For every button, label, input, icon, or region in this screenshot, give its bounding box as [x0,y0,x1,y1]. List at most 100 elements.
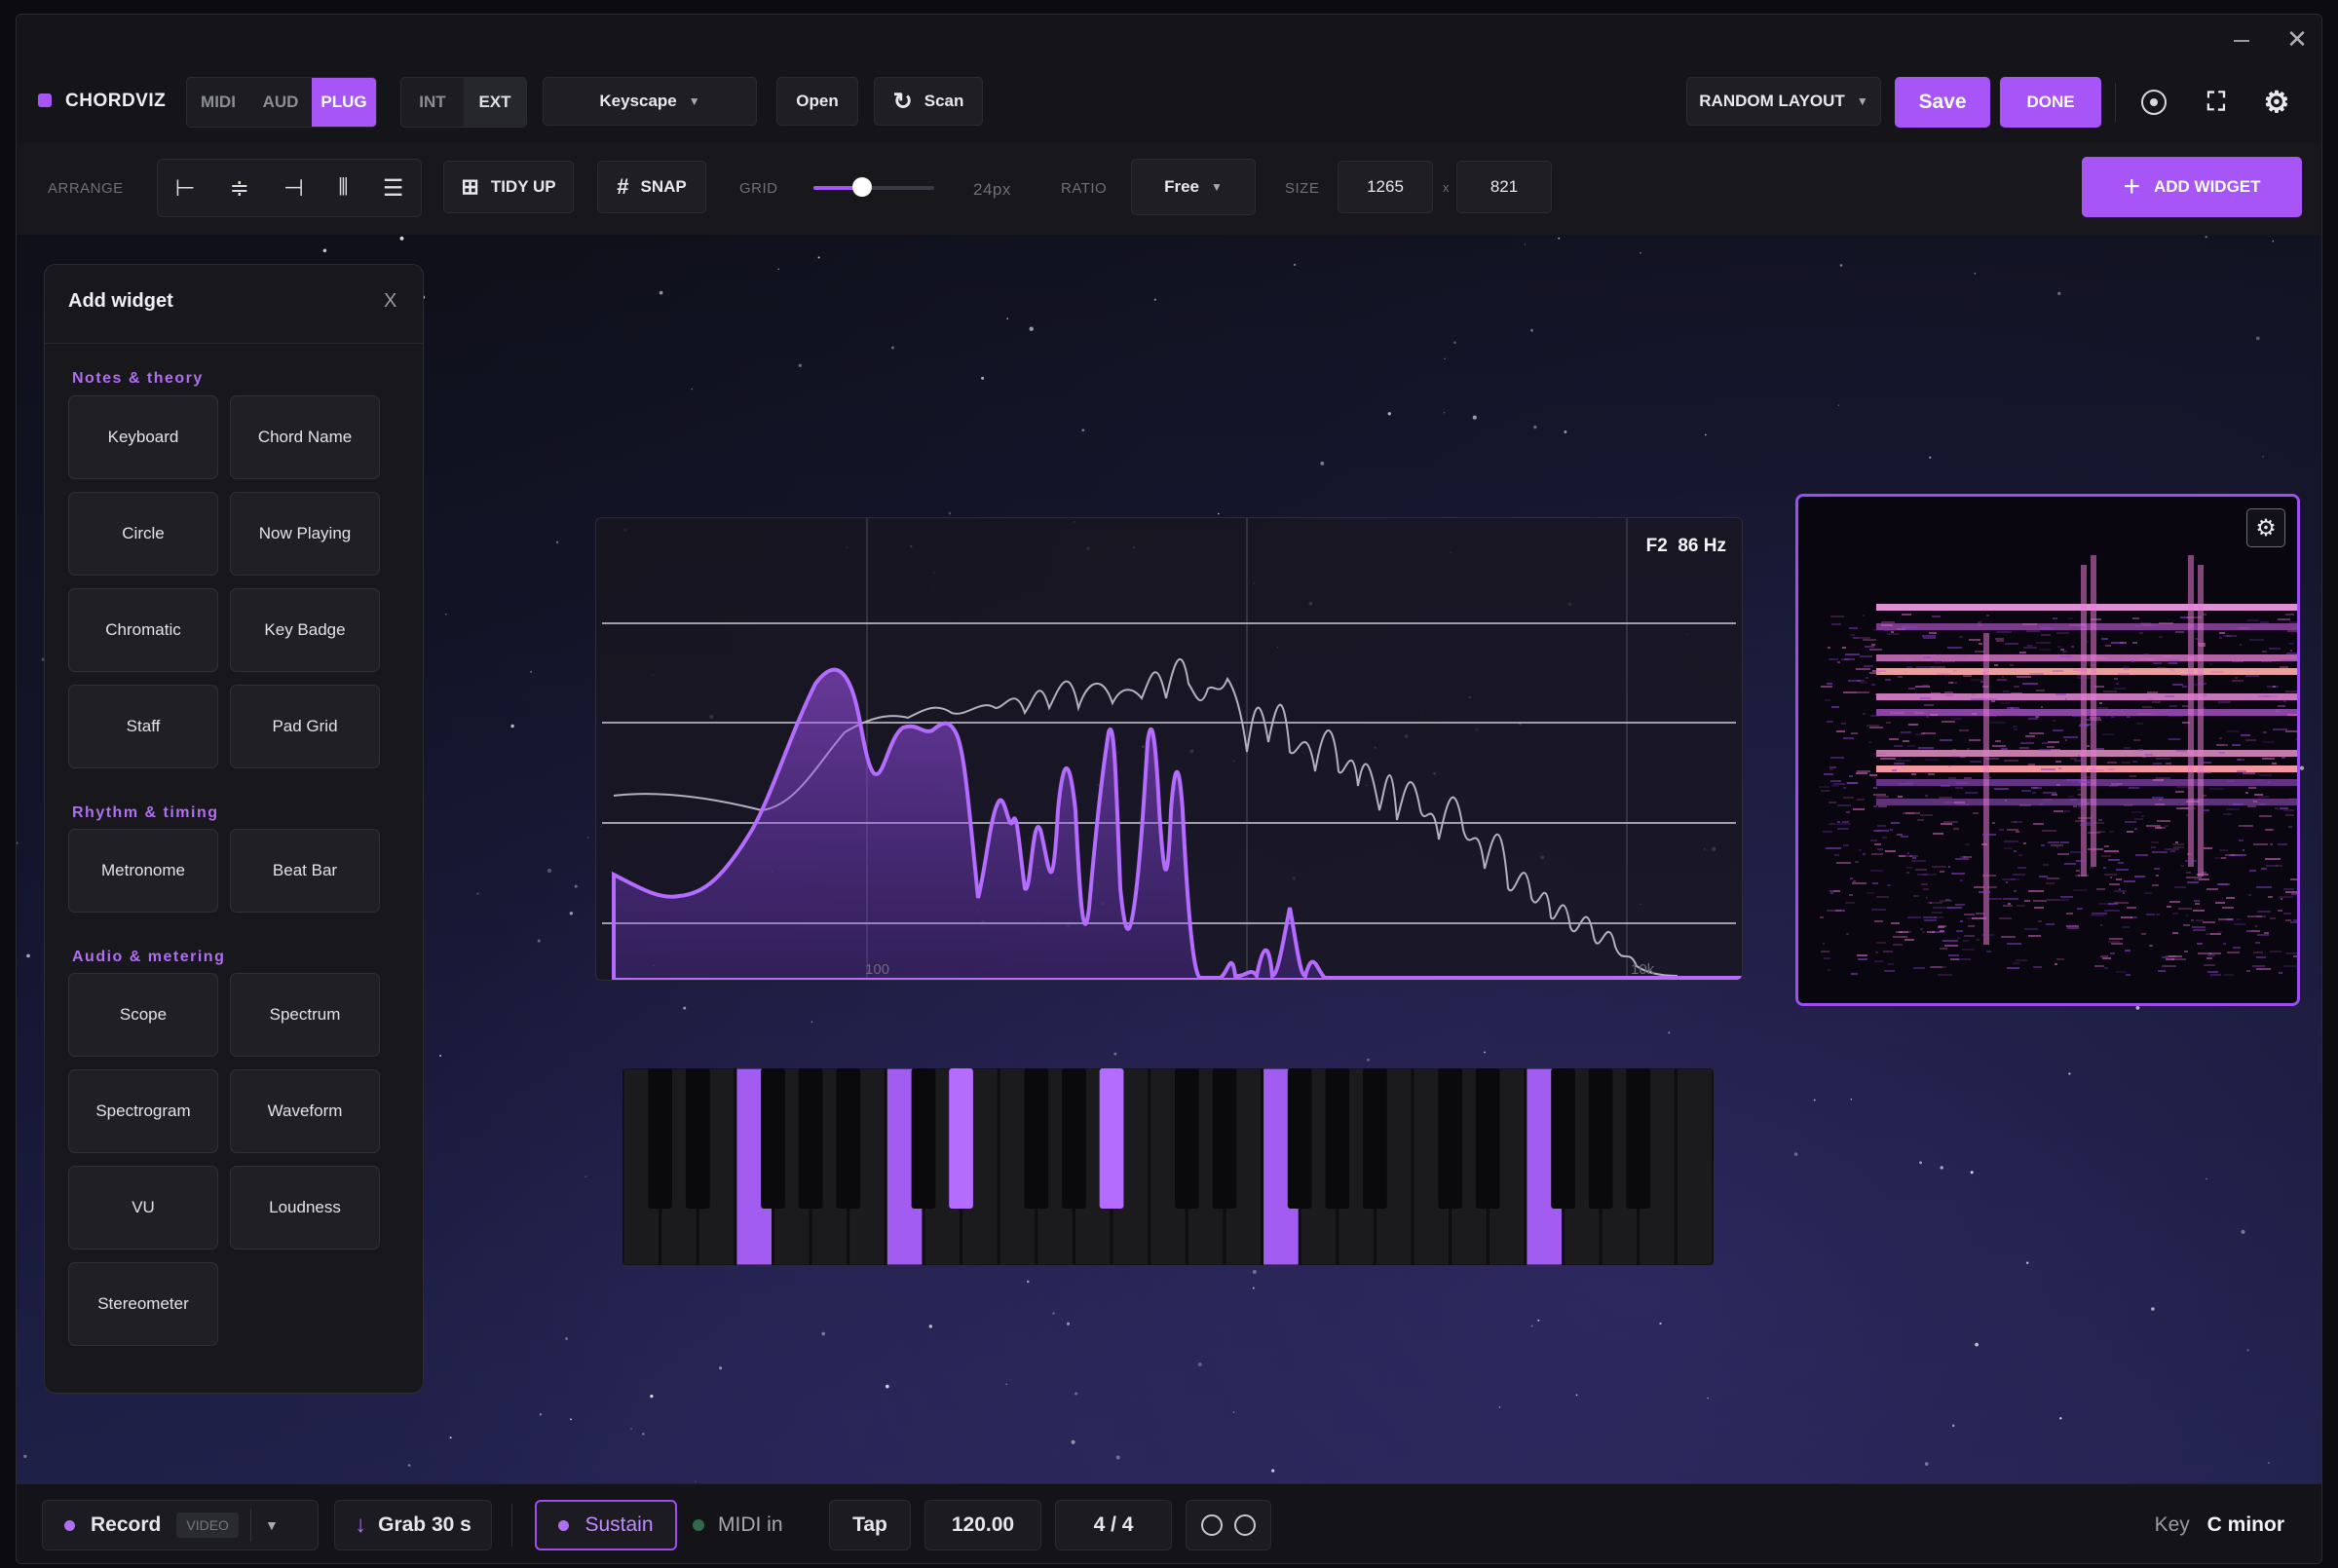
widget-chord-name[interactable]: Chord Name [230,395,380,479]
spectrogram-texture [1913,895,1919,897]
tidy-up-button[interactable]: ⊞ TIDY UP [443,161,574,213]
spectrogram-texture [2283,809,2294,811]
size-width-input[interactable]: 1265 [1338,161,1433,213]
tempo-input[interactable]: 120.00 [924,1500,1041,1550]
widget-beat-bar[interactable]: Beat Bar [230,829,380,913]
widget-pad-grid[interactable]: Pad Grid [230,685,380,768]
widget-vu[interactable]: VU [68,1166,218,1250]
piano-black-key[interactable] [761,1068,785,1209]
star [2267,1462,2270,1465]
layout-select[interactable]: RANDOM LAYOUT ▼ [1686,77,1881,126]
spectrogram-texture [2281,757,2285,759]
spectrogram-texture [2019,747,2029,749]
piano-black-key[interactable] [911,1068,936,1209]
grid-slider-knob[interactable] [851,177,872,197]
distribute-horizontal-icon[interactable]: ⦀ [338,174,349,202]
keyboard-widget[interactable] [622,1068,1714,1265]
widget-keyboard[interactable]: Keyboard [68,395,218,479]
spectrogram-texture [1942,721,1955,723]
open-button[interactable]: Open [776,77,858,126]
record-button[interactable]: Record VIDEO ▼ [42,1500,319,1550]
piano-black-key[interactable] [1175,1068,1199,1209]
piano-black-key[interactable] [1475,1068,1500,1209]
spectrogram-texture [1881,624,1893,626]
grab-button[interactable]: ↓ Grab 30 s [334,1500,492,1550]
spectrogram-widget[interactable]: ⚙ [1795,494,2300,1006]
spectrogram-texture [1906,867,1912,869]
ratio-select[interactable]: Free ▼ [1131,159,1256,215]
done-button[interactable]: DONE [2000,77,2101,128]
piano-black-key[interactable] [1588,1068,1613,1209]
piano-black-key[interactable] [1325,1068,1350,1209]
piano-black-key[interactable] [648,1068,672,1209]
spectrogram-texture [1999,829,2004,831]
plugin-select[interactable]: Keyscape ▼ [543,77,757,126]
add-widget-button[interactable]: + ADD WIDGET [2082,157,2302,217]
save-button[interactable]: Save [1895,77,1990,128]
scan-button[interactable]: ↻ Scan [874,77,983,126]
widget-staff[interactable]: Staff [68,685,218,768]
piano-black-key[interactable] [1287,1068,1312,1209]
piano-black-key[interactable] [836,1068,861,1209]
tap-tempo-button[interactable]: Tap [829,1500,911,1550]
align-left-icon[interactable]: ⊢ [175,174,196,203]
piano-black-key[interactable] [1363,1068,1387,1209]
circle-toggle-icon[interactable] [1234,1514,1256,1536]
piano-black-key[interactable] [1551,1068,1575,1209]
widget-loudness[interactable]: Loudness [230,1166,380,1250]
spectrogram-texture [2036,690,2045,691]
piano-black-key-active[interactable] [1099,1068,1124,1209]
widget-circle[interactable]: Circle [68,492,218,576]
align-right-icon[interactable]: ⊣ [283,174,304,203]
piano-black-key-active[interactable] [949,1068,973,1209]
piano-black-key[interactable] [1626,1068,1651,1209]
widget-now-playing[interactable]: Now Playing [230,492,380,576]
widget-stereometer[interactable]: Stereometer [68,1262,218,1346]
gear-icon[interactable]: ⚙ [2253,79,2300,126]
minimize-icon[interactable] [2230,28,2253,52]
widget-waveform[interactable]: Waveform [230,1069,380,1153]
widget-spectrogram[interactable]: Spectrogram [68,1069,218,1153]
widget-scope[interactable]: Scope [68,973,218,1057]
size-height-input[interactable]: 821 [1456,161,1552,213]
star [1075,1392,1078,1396]
star [2299,765,2305,770]
piano-black-key[interactable] [685,1068,710,1209]
widget-settings-gear-icon[interactable]: ⚙ [2246,508,2285,547]
close-window-icon[interactable]: ✕ [2282,24,2312,54]
tab-int[interactable]: INT [401,78,464,127]
chevron-down-icon[interactable]: ▼ [265,1517,279,1533]
widget-key-badge[interactable]: Key Badge [230,588,380,672]
distribute-vertical-icon[interactable]: ☰ [383,174,404,203]
tab-plug[interactable]: PLUG [312,78,376,127]
spectrogram-texture [2043,792,2056,794]
video-badge[interactable]: VIDEO [176,1512,239,1538]
spectrogram-texture [1885,850,1896,852]
widget-spectrum[interactable]: Spectrum [230,973,380,1057]
record-target-icon[interactable] [2131,79,2177,126]
time-signature[interactable]: 4 / 4 [1055,1500,1172,1550]
spectrogram-texture [2059,655,2072,657]
piano-black-key[interactable] [798,1068,823,1209]
panel-close-button[interactable]: X [384,290,396,313]
piano-black-key[interactable] [1024,1068,1049,1209]
spectrogram-texture [2032,792,2036,794]
snap-button[interactable]: # SNAP [597,161,706,213]
piano-black-key[interactable] [1212,1068,1237,1209]
tab-aud[interactable]: AUD [249,78,312,127]
fullscreen-icon[interactable]: ⛶ [2193,79,2240,126]
piano-black-key[interactable] [1438,1068,1462,1209]
spectrogram-texture [2261,868,2267,870]
tab-ext[interactable]: EXT [464,78,526,127]
align-center-icon[interactable]: ≑ [230,174,249,203]
circle-toggle-icon[interactable] [1201,1514,1223,1536]
grid-slider[interactable] [813,177,934,197]
piano-white-key[interactable] [1676,1068,1714,1265]
spectrum-widget[interactable]: 100 10k F2 86 Hz [595,517,1743,981]
tab-midi[interactable]: MIDI [187,78,249,127]
piano-black-key[interactable] [1062,1068,1086,1209]
widget-chromatic[interactable]: Chromatic [68,588,218,672]
spectrogram-texture [1920,814,1933,816]
sustain-toggle[interactable]: Sustain [535,1500,677,1550]
widget-metronome[interactable]: Metronome [68,829,218,913]
